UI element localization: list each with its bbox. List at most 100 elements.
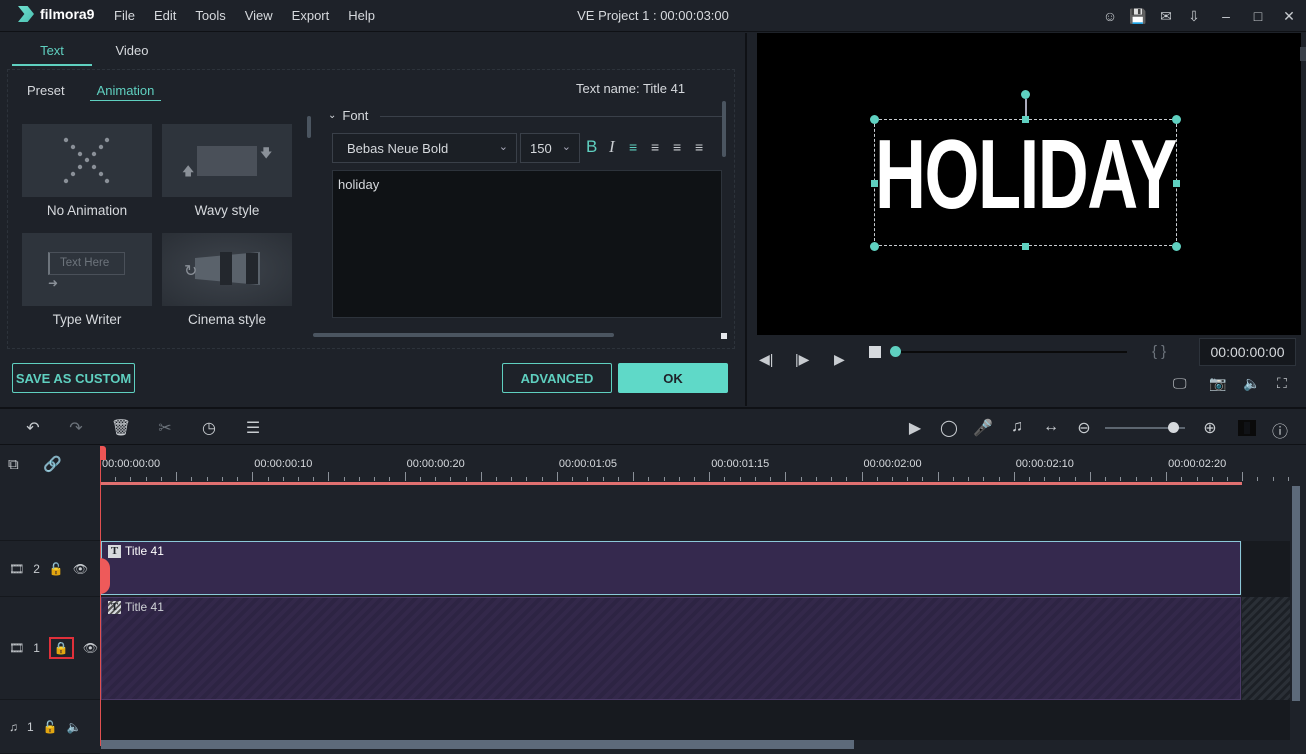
properties-horizontal-scrollbar[interactable] — [313, 333, 614, 337]
resize-handle-bottom-left[interactable] — [870, 242, 879, 251]
microphone-icon[interactable]: 🎤 — [972, 418, 994, 438]
properties-scrollbar[interactable] — [722, 101, 726, 157]
link-icon[interactable]: 🔗 — [43, 455, 62, 473]
animation-wavy-style[interactable]: 🡅 🡇 Wavy style — [162, 124, 292, 233]
duration-icon[interactable]: ◷ — [198, 418, 220, 438]
font-section-label: Font — [342, 108, 369, 123]
rotate-handle[interactable] — [1021, 90, 1030, 99]
font-section-header[interactable]: ⌄ Font — [328, 108, 368, 123]
timeline-zoom-knob[interactable] — [1168, 422, 1179, 433]
animation-label: Cinema style — [187, 312, 267, 327]
ruler-tick — [724, 477, 726, 481]
ruler-tick — [1120, 477, 1122, 481]
volume-icon[interactable]: 🔈 — [1243, 375, 1260, 392]
delete-icon[interactable]: 🗑 — [110, 418, 132, 438]
tab-preset[interactable]: Preset — [20, 83, 72, 101]
eye-icon[interactable]: 👁 — [73, 562, 88, 576]
zoom-in-icon[interactable]: ⊕ — [1199, 418, 1221, 438]
resize-handle-top-right[interactable] — [1172, 115, 1181, 124]
playback-progress-track[interactable] — [897, 351, 1127, 353]
account-icon[interactable]: ☺ — [1096, 8, 1124, 24]
resize-handle-bottom-right[interactable] — [1172, 242, 1181, 251]
font-size-select[interactable]: 150 ⌄ — [520, 133, 580, 163]
advanced-button[interactable]: ADVANCED — [502, 363, 612, 393]
ok-button[interactable]: OK — [618, 363, 728, 393]
maximize-icon[interactable]: □ — [1244, 8, 1272, 24]
animation-scrollbar[interactable] — [307, 116, 311, 138]
resize-handle-left[interactable] — [871, 180, 878, 187]
title-clip-track-1-locked[interactable]: T Title 41 — [101, 597, 1241, 700]
timeline-ruler[interactable]: 00:00:00:00 00:00:00:10 00:00:00:20 00:00:0… — [100, 446, 1290, 484]
divider — [380, 116, 725, 117]
preview-scrollbar[interactable] — [1300, 47, 1306, 61]
tab-text[interactable]: Text — [12, 43, 92, 66]
cut-icon[interactable]: ✂ — [154, 418, 176, 438]
bold-icon[interactable]: B — [586, 137, 597, 157]
playback-progress-knob[interactable] — [890, 346, 901, 357]
animation-no-animation[interactable]: No Animation — [22, 124, 152, 233]
ruler-tick — [709, 472, 711, 481]
download-icon[interactable]: ⇩ — [1180, 8, 1208, 25]
align-left-icon[interactable]: ≡ — [629, 139, 637, 155]
unlock-icon[interactable]: 🔓 — [49, 562, 64, 576]
help-icon[interactable]: ⓘ — [1269, 418, 1291, 442]
adjust-icon[interactable]: ☰ — [242, 418, 264, 438]
tab-animation[interactable]: Animation — [89, 83, 162, 101]
chevron-down-icon: ⌄ — [328, 110, 337, 121]
zoom-out-icon[interactable]: ⊖ — [1073, 418, 1095, 438]
align-right-icon[interactable]: ≡ — [673, 139, 681, 155]
italic-icon[interactable]: I — [609, 137, 615, 157]
tab-video[interactable]: Video — [92, 43, 172, 66]
save-as-custom-button[interactable]: SAVE AS CUSTOM — [12, 363, 135, 393]
timeline-vertical-scrollbar[interactable] — [1292, 486, 1300, 701]
font-family-select[interactable]: Bebas Neue Bold ⌄ — [332, 133, 517, 163]
add-track-icon[interactable]: ⧉ — [8, 456, 19, 473]
resize-handle-top[interactable] — [1022, 116, 1029, 123]
align-center-icon[interactable]: ≡ — [651, 139, 659, 155]
redo-icon[interactable]: ↷ — [65, 418, 87, 438]
chevron-down-icon: ⌄ — [498, 141, 508, 153]
title-clip-track-2[interactable]: T Title 41 — [101, 541, 1241, 595]
unlock-icon[interactable]: 🔓 — [43, 720, 58, 734]
ruler-label: 00:00:02:00 — [863, 458, 922, 470]
stop-icon[interactable] — [869, 346, 881, 358]
text-content-input[interactable]: holiday — [332, 170, 722, 318]
eye-icon[interactable]: 👁 — [83, 641, 98, 655]
preview-panel: HOLIDAY ◀| |▶ ▶ { } 00:00:00:00 🖵 📷 🔈 ⛶ — [745, 33, 1306, 406]
previous-frame-icon[interactable]: ◀| — [759, 351, 773, 368]
mark-in-out-icon[interactable]: { } — [1152, 343, 1166, 360]
speaker-icon[interactable]: 🔈 — [67, 720, 82, 734]
playhead-handle[interactable] — [100, 446, 106, 460]
resize-handle-top-left[interactable] — [870, 115, 879, 124]
resize-handle-right[interactable] — [1173, 180, 1180, 187]
fit-timeline-icon[interactable]: ↔ — [1040, 418, 1062, 436]
animation-label: Wavy style — [194, 203, 260, 218]
snapshot-icon[interactable]: 📷 — [1209, 375, 1226, 392]
save-icon[interactable]: 💾 — [1124, 8, 1152, 25]
undo-icon[interactable]: ↶ — [22, 418, 44, 438]
animation-type-writer[interactable]: Text Here ➜ Type Writer — [22, 233, 152, 342]
display-settings-icon[interactable]: 🖵 — [1173, 375, 1187, 392]
marker-icon[interactable]: ◯ — [938, 418, 960, 438]
play-icon[interactable]: ▶ — [834, 351, 845, 368]
fullscreen-icon[interactable]: ⛶ — [1277, 375, 1287, 392]
ruler-tick — [739, 477, 741, 481]
text-selection-box[interactable] — [874, 119, 1177, 246]
next-frame-icon[interactable]: |▶ — [795, 351, 809, 368]
audio-mixer-icon[interactable]: ♫ — [1006, 418, 1028, 436]
ruler-tick — [907, 477, 909, 481]
mail-icon[interactable]: ✉ — [1152, 8, 1180, 25]
render-preview-icon[interactable]: ▶ — [904, 418, 926, 438]
split-scissors-icon[interactable] — [100, 558, 110, 594]
layout-toggle-icon[interactable] — [1238, 420, 1256, 436]
lock-icon[interactable]: 🔒 — [48, 637, 74, 659]
clip-name: Title 41 — [125, 600, 164, 614]
preview-screen[interactable]: HOLIDAY — [757, 33, 1301, 335]
animation-cinema-style[interactable]: ↻ Cinema style — [162, 233, 292, 342]
minimize-icon[interactable]: – — [1208, 8, 1244, 24]
playhead-line[interactable] — [100, 446, 101, 746]
align-justify-icon[interactable]: ≡ — [695, 139, 703, 155]
resize-handle-bottom[interactable] — [1022, 243, 1029, 250]
timeline-horizontal-scrollbar[interactable] — [101, 740, 854, 749]
close-icon[interactable]: ✕ — [1272, 8, 1306, 25]
